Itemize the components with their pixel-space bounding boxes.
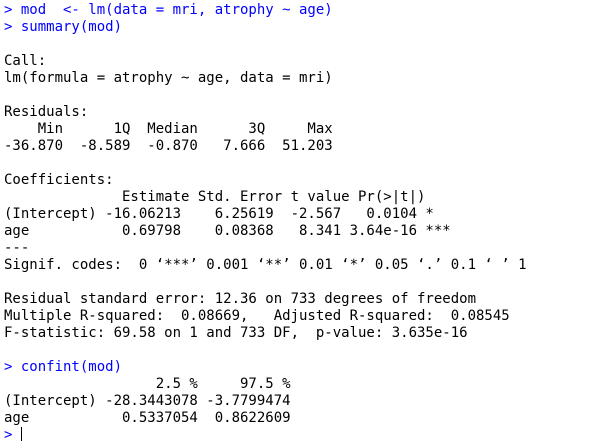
console-output-line: age 0.69798 0.08368 8.341 3.64e-16 *** (4, 223, 451, 239)
console-prompt: > (4, 427, 21, 443)
console-input-line: > confint(mod) (4, 359, 123, 375)
console-output-line: Estimate Std. Error t value Pr(>|t|) (4, 189, 460, 205)
console-input-line: > summary(mod) (4, 19, 123, 35)
console-output-line: (Intercept) -28.3443078 -3.7799474 (4, 393, 291, 409)
console-output-line: Multiple R-squared: 0.08669, Adjusted R-… (4, 308, 519, 324)
console-output-line: Signif. codes: 0 ‘***’ 0.001 ‘**’ 0.01 ‘… (4, 257, 527, 273)
console-output-line: -36.870 -8.589 -0.870 7.666 51.203 (4, 138, 342, 154)
console-input-line: > mod <- lm(data = mri, atrophy ~ age) (4, 2, 333, 18)
r-console[interactable]: > mod <- lm(data = mri, atrophy ~ age) > … (0, 0, 592, 447)
console-output-line: (Intercept) -16.06213 6.25619 -2.567 0.0… (4, 206, 451, 222)
console-output-line: age 0.5337054 0.8622609 (4, 410, 291, 426)
console-output-line: 2.5 % 97.5 % (4, 376, 291, 392)
text-cursor (20, 427, 22, 441)
console-output-line: Call: (4, 53, 47, 69)
console-output-line: F-statistic: 69.58 on 1 and 733 DF, p-va… (4, 325, 468, 341)
console-output-line: lm(formula = atrophy ~ age, data = mri) (4, 70, 333, 86)
console-output-line: --- (4, 240, 30, 256)
console-output-line: Residual standard error: 12.36 on 733 de… (4, 291, 477, 307)
console-output-line: Coefficients: (4, 172, 114, 188)
console-output-line: Residuals: (4, 104, 89, 120)
console-prompt-line[interactable]: > (4, 427, 592, 444)
console-output-line: Min 1Q Median 3Q Max (4, 121, 342, 137)
